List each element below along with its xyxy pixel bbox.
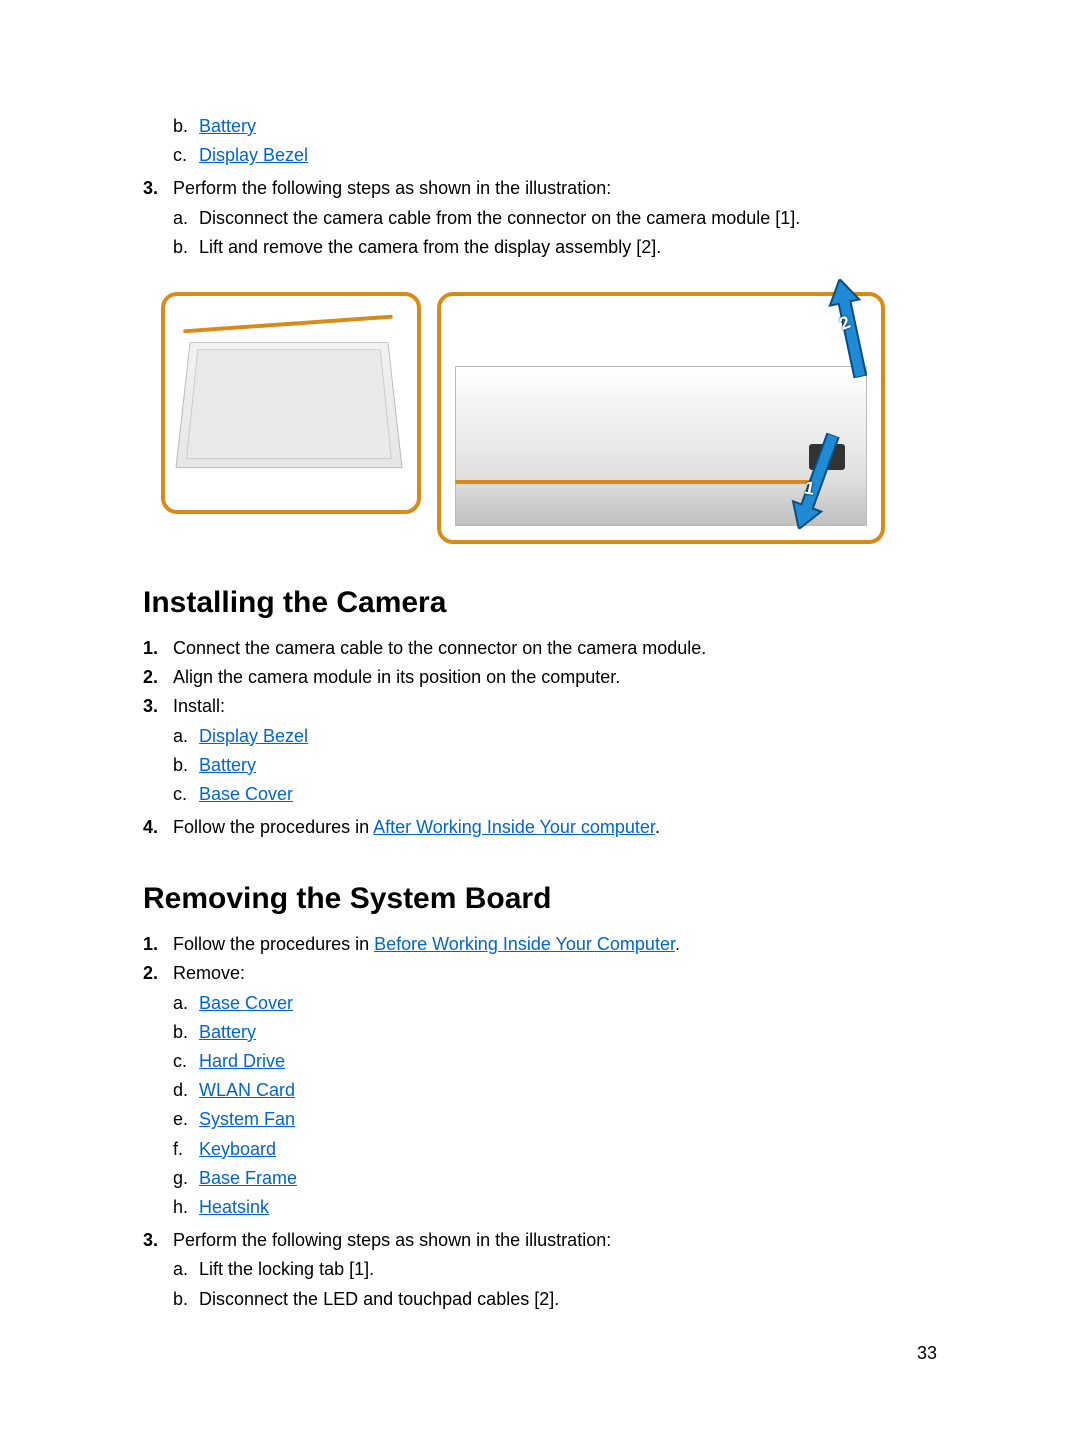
- list-item: a. Disconnect the camera cable from the …: [173, 206, 937, 231]
- alpha-marker: h.: [173, 1195, 199, 1220]
- remove-sub-list: a.Base Cover b.Battery c.Hard Drive d.WL…: [173, 991, 937, 1221]
- step-number: 2.: [143, 961, 173, 1224]
- alpha-marker: b.: [173, 1020, 199, 1045]
- list-item: c.Base Cover: [173, 782, 937, 807]
- page: b. Battery c. Display Bezel 3. Perform t…: [0, 0, 1080, 1434]
- step-3: 3. Perform the following steps as shown …: [143, 176, 937, 264]
- alpha-marker: a.: [173, 206, 199, 231]
- link-wlan-card[interactable]: WLAN Card: [199, 1080, 295, 1100]
- list-item: 4. Follow the procedures in After Workin…: [143, 815, 937, 840]
- link-after-working-inside[interactable]: After Working Inside Your computer: [373, 817, 655, 837]
- step-text: Remove:: [173, 963, 245, 983]
- sub-text: Disconnect the camera cable from the con…: [199, 206, 937, 231]
- list-item: 1. Follow the procedures in Before Worki…: [143, 932, 937, 957]
- link-base-cover[interactable]: Base Cover: [199, 993, 293, 1013]
- link-battery[interactable]: Battery: [199, 755, 256, 775]
- step-text: Perform the following steps as shown in …: [173, 1230, 611, 1250]
- list-item: f.Keyboard: [173, 1137, 937, 1162]
- list-item: b.Disconnect the LED and touchpad cables…: [173, 1287, 937, 1312]
- step-number: 2.: [143, 665, 173, 690]
- link-battery[interactable]: Battery: [199, 116, 256, 136]
- sub-text: Lift and remove the camera from the disp…: [199, 235, 937, 260]
- list-item: b. Battery: [173, 114, 937, 139]
- link-before-working-inside[interactable]: Before Working Inside Your Computer: [374, 934, 675, 954]
- link-system-fan[interactable]: System Fan: [199, 1109, 295, 1129]
- heading-removing-system-board: Removing the System Board: [143, 882, 937, 916]
- top-continuation-list: b. Battery c. Display Bezel 3. Perform t…: [143, 110, 937, 264]
- link-hard-drive[interactable]: Hard Drive: [199, 1051, 285, 1071]
- alpha-marker: b.: [173, 114, 199, 139]
- link-heatsink[interactable]: Heatsink: [199, 1197, 269, 1217]
- sub-text: Lift the locking tab [1].: [199, 1257, 937, 1282]
- list-item: 2. Remove: a.Base Cover b.Battery c.Hard…: [143, 961, 937, 1224]
- alpha-marker: c.: [173, 782, 199, 807]
- alpha-marker: c.: [173, 1049, 199, 1074]
- list-item: 3. Perform the following steps as shown …: [143, 1228, 937, 1316]
- list-item: 3. Install: a.Display Bezel b.Battery c.…: [143, 694, 937, 811]
- alpha-marker: a.: [173, 724, 199, 749]
- alpha-marker: b.: [173, 753, 199, 778]
- link-display-bezel[interactable]: Display Bezel: [199, 145, 308, 165]
- remove-steps: 1. Follow the procedures in Before Worki…: [143, 932, 937, 1315]
- link-display-bezel[interactable]: Display Bezel: [199, 726, 308, 746]
- step-text: Install:: [173, 696, 225, 716]
- link-battery[interactable]: Battery: [199, 1022, 256, 1042]
- step-text-after: .: [675, 934, 680, 954]
- list-item: b. Lift and remove the camera from the d…: [173, 235, 937, 260]
- page-number: 33: [917, 1343, 937, 1364]
- list-item: h.Heatsink: [173, 1195, 937, 1220]
- link-keyboard[interactable]: Keyboard: [199, 1139, 276, 1159]
- step-number: 3.: [143, 1228, 173, 1316]
- list-item: a.Display Bezel: [173, 724, 937, 749]
- sub-text: Disconnect the LED and touchpad cables […: [199, 1287, 937, 1312]
- laptop-lid-shape: [175, 342, 402, 468]
- alpha-marker: f.: [173, 1137, 199, 1162]
- alpha-marker: b.: [173, 235, 199, 260]
- illustration-laptop-lid: [161, 292, 421, 514]
- list-item: a.Base Cover: [173, 991, 937, 1016]
- list-item: c.Hard Drive: [173, 1049, 937, 1074]
- alpha-marker: e.: [173, 1107, 199, 1132]
- install-sub-list: a.Display Bezel b.Battery c.Base Cover: [173, 724, 937, 808]
- step-text-before: Follow the procedures in: [173, 934, 374, 954]
- alpha-marker: c.: [173, 143, 199, 168]
- step-text: Perform the following steps as shown in …: [173, 178, 611, 198]
- step-text: Align the camera module in its position …: [173, 667, 620, 687]
- illustration-row: 1 2: [161, 292, 937, 544]
- step-number: 3.: [143, 176, 173, 264]
- alpha-marker: a.: [173, 991, 199, 1016]
- step-number: 4.: [143, 815, 173, 840]
- list-item: e.System Fan: [173, 1107, 937, 1132]
- list-item: 2. Align the camera module in its positi…: [143, 665, 937, 690]
- alpha-marker: a.: [173, 1257, 199, 1282]
- step-number: 1.: [143, 636, 173, 661]
- alpha-marker: b.: [173, 1287, 199, 1312]
- list-item: b.Battery: [173, 1020, 937, 1045]
- install-steps: 1. Connect the camera cable to the conne…: [143, 636, 937, 840]
- list-item: 1. Connect the camera cable to the conne…: [143, 636, 937, 661]
- top-alpha-list: b. Battery c. Display Bezel: [173, 114, 937, 168]
- link-base-cover[interactable]: Base Cover: [199, 784, 293, 804]
- step-text-after: .: [655, 817, 660, 837]
- list-item: g.Base Frame: [173, 1166, 937, 1191]
- heading-installing-camera: Installing the Camera: [143, 586, 937, 620]
- list-item: b.Battery: [173, 753, 937, 778]
- step-text-before: Follow the procedures in: [173, 817, 373, 837]
- alpha-marker: d.: [173, 1078, 199, 1103]
- list-item: c. Display Bezel: [173, 143, 937, 168]
- step-number: 1.: [143, 932, 173, 957]
- alpha-marker: g.: [173, 1166, 199, 1191]
- remove-step3-sub-list: a.Lift the locking tab [1]. b.Disconnect…: [173, 1257, 937, 1311]
- step-text: Connect the camera cable to the connecto…: [173, 638, 706, 658]
- step3-sub-list: a. Disconnect the camera cable from the …: [173, 206, 937, 260]
- step-number: 3.: [143, 694, 173, 811]
- list-item: a.Lift the locking tab [1].: [173, 1257, 937, 1282]
- list-item: d.WLAN Card: [173, 1078, 937, 1103]
- link-base-frame[interactable]: Base Frame: [199, 1168, 297, 1188]
- illustration-camera-closeup: 1 2: [437, 292, 885, 544]
